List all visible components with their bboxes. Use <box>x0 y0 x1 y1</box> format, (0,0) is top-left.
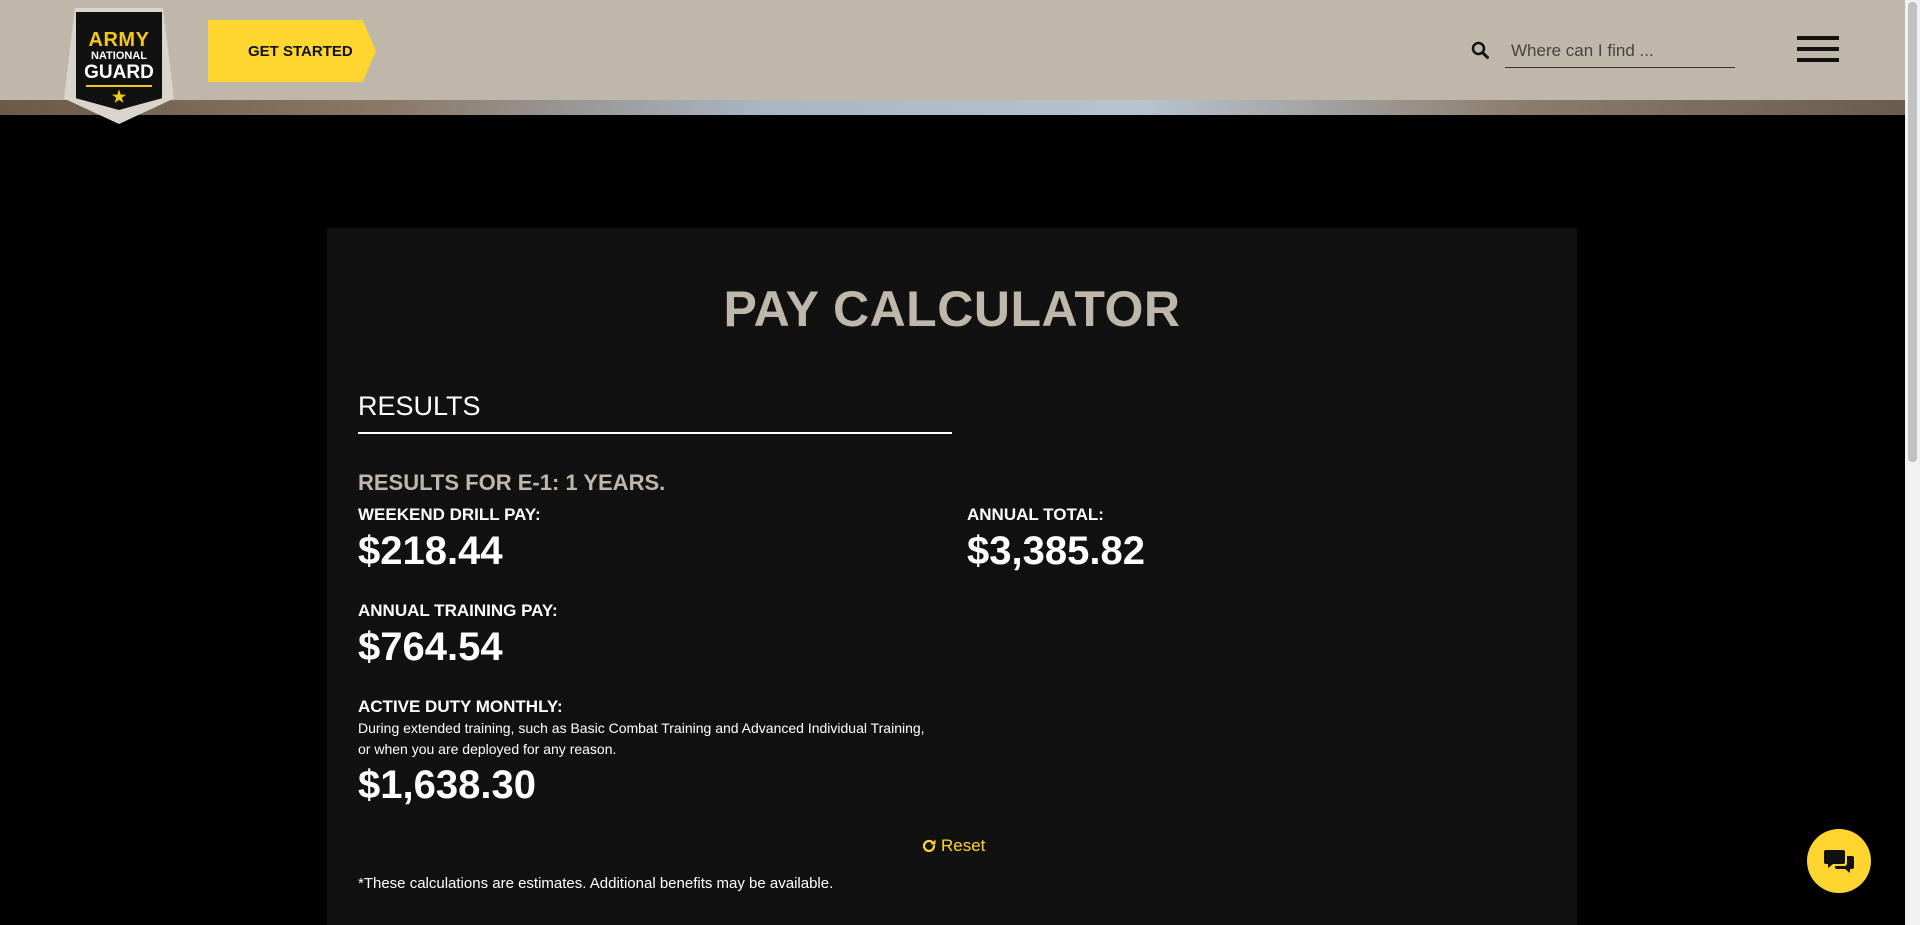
results-summary: RESULTS FOR E-1: 1 YEARS. <box>358 470 666 495</box>
active-duty-description-line2: or when you are deployed for any reason. <box>358 741 617 757</box>
logo-divider <box>86 85 152 87</box>
active-duty-description-line1: During extended training, such as Basic … <box>358 720 925 736</box>
reset-button[interactable]: Reset <box>921 836 985 856</box>
get-started-button[interactable]: GET STARTED <box>208 20 376 82</box>
annual-training-amount: $764.54 <box>358 625 503 669</box>
logo-army-text: ARMY <box>88 29 150 51</box>
active-duty-amount: $1,638.30 <box>358 763 536 807</box>
active-duty-description: During extended training, such as Basic … <box>358 718 958 760</box>
search-input[interactable] <box>1505 34 1735 68</box>
scrollbar-thumb[interactable] <box>1908 2 1917 462</box>
logo-guard-text: GUARD <box>84 62 154 83</box>
active-duty-label: ACTIVE DUTY MONTHLY: <box>358 697 563 716</box>
hamburger-menu-icon[interactable] <box>1797 36 1839 64</box>
annual-total-label: ANNUAL TOTAL: <box>967 505 1104 524</box>
vertical-scrollbar[interactable] <box>1905 0 1920 925</box>
chat-bubbles-icon <box>1824 850 1854 873</box>
results-heading: RESULTS <box>358 391 952 434</box>
estimate-footnote: *These calculations are estimates. Addit… <box>358 875 834 892</box>
logo-text: ARMY NATIONAL GUARD ★ <box>76 30 162 106</box>
star-icon: ★ <box>111 89 127 106</box>
search-icon[interactable] <box>1471 41 1489 59</box>
annual-total-amount: $3,385.82 <box>967 529 1145 573</box>
page: ARMY NATIONAL GUARD ★ GET STARTED PAY CA… <box>0 0 1905 925</box>
hero-image-strip <box>0 100 1905 115</box>
pay-calculator-panel: PAY CALCULATOR RESULTS RESULTS FOR E-1: … <box>327 228 1577 925</box>
logo-national-text: NATIONAL <box>90 50 147 62</box>
refresh-icon <box>922 839 936 853</box>
reset-label: Reset <box>941 836 986 855</box>
weekend-drill-amount: $218.44 <box>358 529 503 573</box>
chat-button[interactable] <box>1807 829 1871 893</box>
annual-training-label: ANNUAL TRAINING PAY: <box>358 601 558 620</box>
page-title: PAY CALCULATOR <box>723 281 1181 337</box>
army-national-guard-logo[interactable]: ARMY NATIONAL GUARD ★ <box>64 8 174 124</box>
weekend-drill-label: WEEKEND DRILL PAY: <box>358 505 541 524</box>
